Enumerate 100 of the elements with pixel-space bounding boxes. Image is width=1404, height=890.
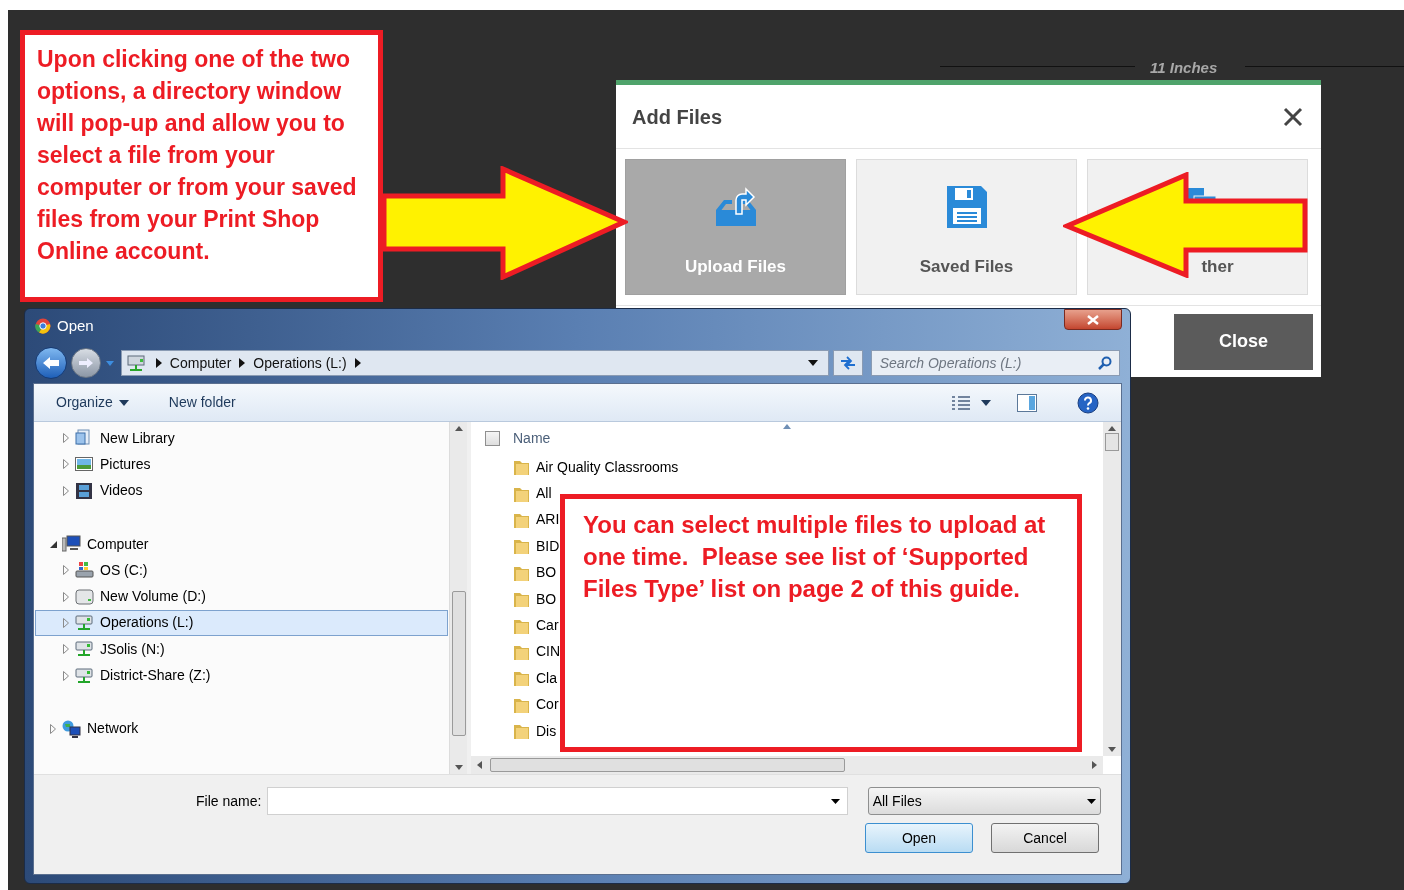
folder-icon [513, 537, 530, 556]
vertical-scrollbar[interactable] [449, 422, 467, 774]
file-row[interactable]: BO [513, 585, 557, 613]
window-close-button[interactable] [1064, 309, 1122, 330]
ruler-label: 11 Inches [1150, 58, 1218, 78]
field-label: File name: [196, 791, 262, 811]
expanded-triangle-icon[interactable] [49, 540, 57, 548]
list-view-icon [951, 395, 971, 410]
pictures-icon [75, 455, 94, 474]
organize-menu[interactable]: Organize [56, 392, 129, 413]
scrollbar-thumb[interactable] [1105, 433, 1119, 451]
cancel-button[interactable]: Cancel [991, 823, 1099, 853]
globe-computer-icon [62, 719, 81, 738]
scroll-down-icon[interactable] [1108, 747, 1116, 752]
collapsed-triangle-icon[interactable] [63, 670, 69, 681]
nav-tree-item[interactable]: New Volume (D:) [35, 583, 448, 610]
open-button[interactable]: Open [865, 823, 973, 853]
preview-pane-button[interactable] [1017, 393, 1037, 412]
annotation-callout: Upon clicking one of the two options, a directory window will pop-up and allow you to select a file from your computer or from your saved files from your Print Shop Online account. [20, 30, 383, 302]
file-type-dropdown[interactable]: All Files [867, 787, 1101, 815]
file-row[interactable]: Air Quality Classrooms [513, 454, 679, 481]
nav-tree-item[interactable]: OS (C:) [35, 557, 448, 584]
collapsed-triangle-icon[interactable] [63, 433, 69, 444]
refresh-button[interactable] [832, 350, 863, 376]
network-drive-icon [75, 640, 94, 659]
collapsed-triangle-icon[interactable] [63, 591, 69, 602]
forward-button[interactable] [70, 348, 101, 378]
chevron-icon [239, 358, 246, 368]
scrollbar-thumb[interactable] [490, 758, 845, 772]
collapsed-triangle-icon[interactable] [63, 565, 69, 576]
system-drive-icon [75, 561, 94, 580]
vertical-scrollbar[interactable] [1103, 422, 1121, 756]
nav-tree-item[interactable]: JSolis (N:) [35, 636, 448, 663]
column-header[interactable]: Name [513, 427, 551, 449]
file-row[interactable]: Car [513, 612, 559, 639]
collapsed-triangle-icon[interactable] [63, 485, 69, 496]
scroll-down-icon[interactable] [454, 765, 463, 770]
window-title: Open [57, 315, 94, 336]
horizontal-scrollbar[interactable] [471, 756, 1103, 774]
collapsed-triangle-icon[interactable] [63, 459, 69, 470]
folder-icon [513, 458, 530, 477]
sort-arrow-icon [783, 424, 791, 429]
folder-icon [513, 590, 530, 609]
breadcrumb-item[interactable]: Computer [169, 352, 232, 374]
network-drive-icon [75, 613, 94, 632]
file-row[interactable]: BID [513, 533, 560, 560]
scroll-right-icon[interactable] [1092, 761, 1097, 769]
close-button[interactable]: Close [1174, 313, 1313, 370]
caret-icon [981, 399, 991, 406]
scroll-up-icon[interactable] [454, 426, 463, 431]
file-row[interactable]: Cor [513, 691, 559, 718]
file-row[interactable]: Cla [513, 665, 557, 692]
browser-logo-icon [35, 318, 51, 334]
help-button[interactable] [1077, 391, 1099, 414]
file-row[interactable]: BO [513, 559, 557, 586]
hard-drive-icon [75, 587, 94, 606]
view-options-button[interactable] [951, 395, 991, 410]
address-bar[interactable]: Computer Operations (L:) [120, 350, 829, 376]
chevron-icon [354, 358, 361, 368]
refresh-arrows-icon [838, 356, 857, 370]
file-row[interactable]: CIN [513, 638, 561, 666]
scrollbar-thumb[interactable] [451, 591, 466, 736]
back-button[interactable] [35, 347, 67, 379]
close-icon [1087, 314, 1099, 325]
dropdown-caret-icon [830, 799, 840, 804]
scroll-left-icon[interactable] [477, 761, 482, 769]
select-all-checkbox[interactable] [485, 430, 500, 446]
file-name-field[interactable] [267, 787, 848, 815]
dropdown-caret-icon [807, 360, 818, 366]
nav-tree-item[interactable]: Operations (L:) [35, 609, 448, 637]
file-row[interactable]: Dis [513, 717, 557, 745]
option-tile[interactable]: Saved Files [856, 159, 1077, 295]
collapsed-triangle-icon[interactable] [50, 723, 56, 734]
nav-tree-item[interactable]: Network [35, 715, 448, 742]
caret-icon [118, 399, 129, 406]
scroll-up-icon[interactable] [1108, 426, 1116, 431]
file-row[interactable]: All [513, 480, 552, 507]
preview-pane-icon [1017, 393, 1037, 412]
new-folder-button[interactable]: New folder [168, 392, 236, 413]
history-caret-icon [104, 359, 115, 367]
nav-tree-item[interactable]: Videos [35, 477, 448, 504]
search-field[interactable]: Search Operations (L:) [870, 350, 1120, 376]
file-row[interactable]: ARI [513, 506, 560, 534]
annotation-callout: You can select multiple files to upload at one time. Please see list of ‘Supported Files Type’ list on page 2 of this guide. [560, 494, 1082, 752]
collapsed-triangle-icon[interactable] [63, 617, 69, 628]
nav-tree-item[interactable]: Computer [35, 530, 448, 558]
network-drive-icon [125, 354, 148, 372]
computer-icon [62, 535, 81, 554]
caret-icon [1087, 798, 1096, 804]
folder-icon [513, 722, 530, 741]
nav-tree-item[interactable]: District-Share (Z:) [35, 662, 448, 689]
chevron-icon [155, 358, 162, 368]
nav-tree-item[interactable]: Pictures [35, 451, 448, 478]
network-drive-icon [75, 666, 94, 685]
nav-tree-item[interactable]: New Library [35, 425, 448, 452]
left-arrow-icon [41, 356, 60, 370]
right-arrow-icon [77, 357, 94, 369]
breadcrumb-item[interactable]: Operations (L:) [253, 352, 347, 374]
collapsed-triangle-icon[interactable] [63, 644, 69, 655]
search-icon [1098, 356, 1112, 370]
